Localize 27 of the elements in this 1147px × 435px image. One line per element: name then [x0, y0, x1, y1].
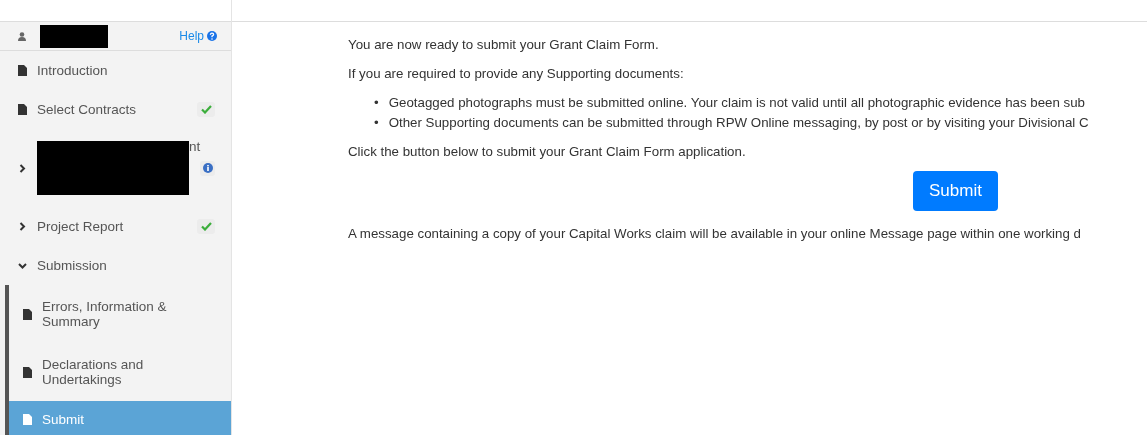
sidebar-item[interactable]: Declarations and Undertakings [9, 343, 231, 401]
document-icon [18, 65, 27, 76]
intro-text: You are now ready to submit your Grant Claim Form. [348, 37, 660, 52]
user-icon [18, 31, 26, 41]
sidebar-item[interactable]: Introduction [0, 51, 231, 90]
sidebar-item[interactable]: nt [0, 129, 231, 207]
instruction-text: Click the button below to submit your Grant Claim Form application. [348, 144, 747, 159]
submit-button[interactable]: Submit [913, 171, 998, 211]
document-icon [23, 308, 32, 320]
bullet-marker: • [374, 95, 379, 110]
sidebar-item[interactable]: Project Report [0, 207, 231, 246]
chevron-right-icon [18, 163, 27, 173]
bullet-text: Other Supporting documents can be submitted through RPW Online messaging, by post or by visiting your Divisional C [388, 115, 1089, 130]
help-icon [207, 31, 217, 41]
chevron-right-icon [18, 222, 27, 231]
sidebar-item[interactable]: Submission [0, 246, 231, 285]
chevron-down-icon [18, 262, 27, 269]
document-icon [23, 366, 32, 378]
sidebar-item[interactable]: Errors, Information & Summary [9, 285, 231, 343]
note-text: A message containing a copy of your Capital Works claim will be available in your online Message page within one working d [348, 226, 1082, 241]
bullet-marker: • [374, 115, 379, 130]
document-icon [18, 104, 27, 115]
document-icon [23, 413, 32, 425]
bullet-text: Geotagged photographs must be submitted online. Your claim is not valid until all photographic evidence has been sub [388, 95, 1085, 110]
supporting-text: If you are required to provide any Supporting documents: [348, 66, 685, 81]
sidebar-item[interactable]: Select Contracts [0, 90, 231, 129]
redaction-block [40, 24, 108, 48]
